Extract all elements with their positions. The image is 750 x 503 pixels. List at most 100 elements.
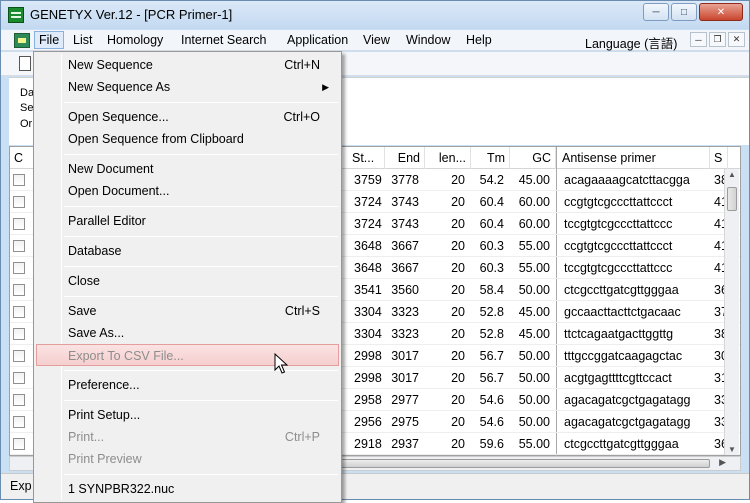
menu-item-open-document[interactable]: Open Document... — [36, 180, 339, 202]
menu-item-save[interactable]: Save Ctrl+S — [36, 300, 339, 322]
menu-language[interactable]: Language (言語) — [585, 33, 677, 52]
menu-item-export-csv[interactable]: Export To CSV File... — [36, 344, 339, 366]
menu-item-open-sequence[interactable]: Open Sequence... Ctrl+O — [36, 106, 339, 128]
menu-item-recent-file[interactable]: 1 SYNPBR322.nuc — [36, 478, 339, 500]
cell-tm: 56.7 — [479, 371, 504, 385]
cell-antisense: agacagatcgctgagatagg — [564, 393, 691, 407]
menu-item-label: New Document — [68, 162, 154, 176]
cell-gc: 55.00 — [518, 261, 550, 275]
row-checkbox[interactable] — [13, 328, 25, 340]
row-checkbox[interactable] — [13, 284, 25, 296]
document-window-icon[interactable] — [14, 33, 30, 48]
col-end-header[interactable]: End — [385, 147, 425, 169]
row-checkbox[interactable] — [13, 350, 25, 362]
cell-start: 3648 — [354, 261, 382, 275]
menu-item-print-preview[interactable]: Print Preview — [36, 448, 339, 470]
menu-item-parallel-editor[interactable]: Parallel Editor — [36, 210, 339, 232]
row-checkbox[interactable] — [13, 240, 25, 252]
cell-start: 2958 — [354, 393, 382, 407]
row-checkbox[interactable] — [13, 372, 25, 384]
menu-item-new-document[interactable]: New Document — [36, 158, 339, 180]
new-file-icon[interactable] — [19, 56, 31, 71]
menu-window[interactable]: Window — [402, 32, 454, 50]
cell-gc: 45.00 — [518, 327, 550, 341]
row-checkbox[interactable] — [13, 438, 25, 450]
mdi-minimize-button[interactable]: ─ — [690, 32, 707, 47]
menu-item-save-as[interactable]: Save As... — [36, 322, 339, 344]
row-checkbox[interactable] — [13, 306, 25, 318]
cell-start: 3541 — [354, 283, 382, 297]
menu-list[interactable]: List — [69, 32, 96, 50]
scroll-up-arrow-icon[interactable]: ▲ — [728, 170, 736, 179]
genetyx-app-icon[interactable] — [8, 7, 24, 23]
row-checkbox[interactable] — [13, 218, 25, 230]
cell-antisense: acgtgagttttcgttccact — [564, 371, 672, 385]
window-controls: ─ □ ✕ — [643, 3, 743, 21]
menu-separator — [64, 400, 338, 401]
cell-end: 3667 — [391, 261, 419, 275]
menu-item-print-setup[interactable]: Print Setup... — [36, 404, 339, 426]
row-checkbox[interactable] — [13, 196, 25, 208]
minimize-button[interactable]: ─ — [643, 3, 669, 21]
menu-separator — [64, 206, 338, 207]
mdi-restore-button[interactable]: ❐ — [709, 32, 726, 47]
title-bar[interactable]: GENETYX Ver.12 - [PCR Primer-1] ─ □ ✕ — [1, 1, 749, 29]
row-checkbox[interactable] — [13, 174, 25, 186]
col-start-header[interactable]: St... — [348, 147, 385, 169]
mdi-close-button[interactable]: ✕ — [728, 32, 745, 47]
info-line-sequence: Se — [20, 102, 34, 114]
menu-item-new-sequence[interactable]: New Sequence Ctrl+N — [36, 54, 339, 76]
menu-item-database[interactable]: Database — [36, 240, 339, 262]
col-tm-header[interactable]: Tm — [471, 147, 510, 169]
menu-item-preference[interactable]: Preference... — [36, 374, 339, 396]
cell-antisense: tccgtgtcgcccttattccc — [564, 261, 673, 275]
menu-item-print[interactable]: Print... Ctrl+P — [36, 426, 339, 448]
menu-item-label: Print... — [68, 430, 105, 444]
col-s-header[interactable]: S — [710, 147, 728, 169]
scroll-right-arrow-icon[interactable]: ▶ — [719, 457, 726, 468]
horizontal-scroll-thumb[interactable] — [340, 459, 710, 468]
menu-item-label: Save — [68, 304, 97, 318]
row-checkbox[interactable] — [13, 262, 25, 274]
menu-separator — [64, 102, 338, 103]
cell-tm: 58.4 — [479, 283, 504, 297]
col-antisense-header[interactable]: Antisense primer — [558, 147, 710, 169]
submenu-arrow-icon: ▶ — [322, 82, 329, 92]
row-checkbox[interactable] — [13, 416, 25, 428]
vertical-scrollbar[interactable]: ▲ ▼ — [724, 169, 739, 455]
menu-item-close[interactable]: Close — [36, 270, 339, 292]
scroll-down-arrow-icon[interactable]: ▼ — [728, 445, 736, 454]
vertical-scroll-thumb[interactable] — [727, 187, 737, 211]
menu-bar: File List Homology Internet Search Appli… — [1, 30, 749, 51]
menu-item-label: Open Document... — [68, 184, 170, 198]
col-check-header[interactable]: C — [10, 147, 34, 169]
cell-start: 3304 — [354, 327, 382, 341]
col-gc-header[interactable]: GC — [510, 147, 556, 169]
cell-antisense: ccgtgtcgcccttattccct — [564, 239, 673, 253]
cell-antisense: tttgccggatcaagagctac — [564, 349, 683, 363]
menu-item-new-sequence-as[interactable]: New Sequence As ▶ — [36, 76, 339, 98]
close-button[interactable]: ✕ — [699, 3, 743, 21]
row-checkbox[interactable] — [13, 394, 25, 406]
cell-end: 3667 — [391, 239, 419, 253]
menu-homology[interactable]: Homology — [103, 32, 167, 50]
maximize-button[interactable]: □ — [671, 3, 697, 21]
app-window: GENETYX Ver.12 - [PCR Primer-1] ─ □ ✕ Fi… — [0, 0, 750, 503]
cell-antisense: ctcgccttgatcgttgggaa — [564, 283, 679, 297]
menu-help[interactable]: Help — [462, 32, 496, 50]
menu-separator — [64, 370, 338, 371]
menu-item-label: New Sequence — [68, 58, 153, 72]
window-title: GENETYX Ver.12 - [PCR Primer-1] — [30, 7, 233, 22]
col-length-header[interactable]: len... — [425, 147, 471, 169]
cell-gc: 50.00 — [518, 393, 550, 407]
menu-file[interactable]: File — [34, 31, 65, 49]
menu-item-open-sequence-clipboard[interactable]: Open Sequence from Clipboard — [36, 128, 339, 150]
menu-application[interactable]: Application — [283, 32, 352, 50]
menu-internet-search[interactable]: Internet Search — [177, 32, 270, 50]
cell-tm: 54.6 — [479, 415, 504, 429]
cell-length: 20 — [451, 349, 465, 363]
menu-view[interactable]: View — [359, 32, 394, 50]
cell-gc: 55.00 — [518, 239, 550, 253]
cell-length: 20 — [451, 415, 465, 429]
menu-item-label: Open Sequence... — [68, 110, 169, 124]
